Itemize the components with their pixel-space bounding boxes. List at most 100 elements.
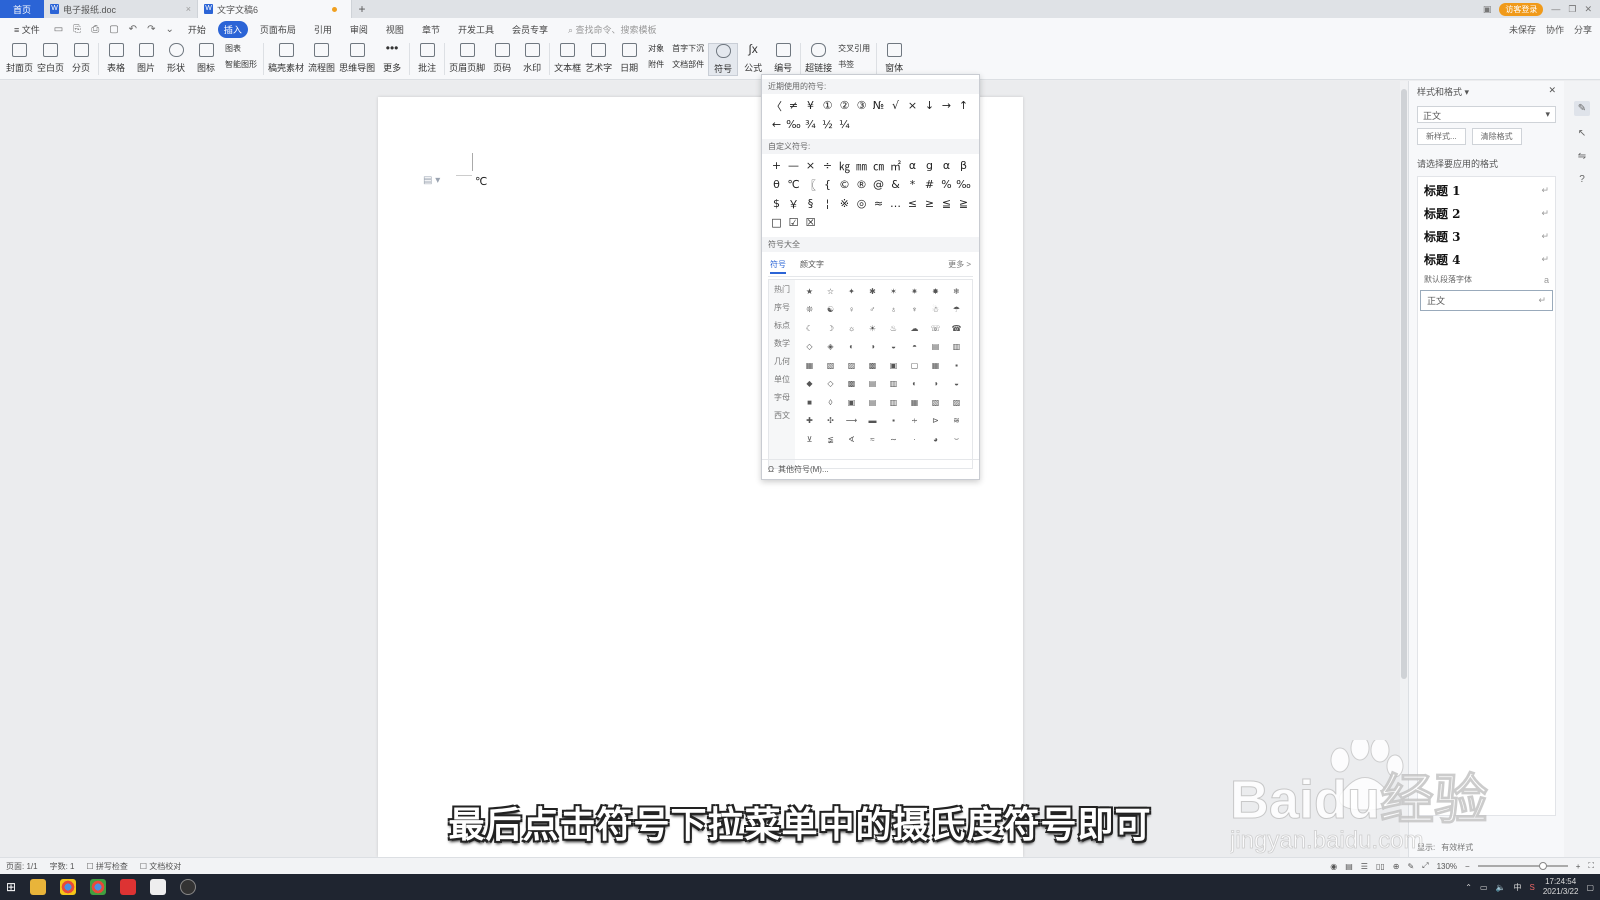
symbol-category[interactable]: 序号 [774, 302, 790, 313]
style-heading-4[interactable]: 标题 4 ↵ [1418, 248, 1555, 271]
current-style-select[interactable]: 正文 ▾ [1417, 106, 1556, 123]
custom-symbol[interactable]: ◎ [853, 195, 870, 212]
web-view-icon[interactable]: ⊕ [1393, 862, 1400, 871]
symbol-category[interactable]: 热门 [774, 284, 790, 295]
symbol-cell[interactable]: ✦ [841, 282, 862, 301]
date-button[interactable]: 日期 [614, 43, 644, 74]
unsaved-status[interactable]: 未保存 [1509, 23, 1536, 36]
preview-icon[interactable]: ▢ [107, 24, 120, 35]
tab-member[interactable]: 会员专享 [506, 21, 554, 38]
more-button[interactable]: ••• 更多 [377, 42, 407, 74]
network-icon[interactable]: ▭ [1480, 883, 1488, 892]
tab-file-doc6[interactable]: W 文字文稿6 [198, 0, 352, 18]
custom-symbol[interactable]: ® [853, 176, 870, 193]
custom-symbol[interactable]: $ [768, 195, 785, 212]
symbol-cell[interactable]: ▬ [862, 412, 883, 431]
proofread-button[interactable]: ☐ 文档校对 [140, 861, 181, 872]
write-view-icon[interactable]: ✎ [1407, 862, 1414, 871]
symbol-cell[interactable]: ▪ [883, 412, 904, 431]
symbol-cell[interactable]: ♆ [904, 301, 925, 320]
symbol-cell[interactable]: ▨ [841, 356, 862, 375]
capture-icon[interactable] [180, 879, 197, 895]
select-cursor-icon[interactable]: ↖ [1578, 128, 1586, 139]
numbering-button[interactable]: 编号 [768, 43, 798, 74]
zoom-slider[interactable] [1477, 862, 1568, 870]
custom-symbol[interactable]: α [938, 157, 955, 174]
symbol-cell[interactable]: ☏ [925, 319, 946, 338]
recent-symbol[interactable]: ① [819, 97, 836, 114]
symbol-cell[interactable]: ▥ [946, 338, 967, 357]
drop-cap-button[interactable]: 首字下沉 [672, 43, 704, 54]
custom-symbol[interactable]: ≧ [955, 195, 972, 212]
symbol-cell[interactable]: ▦ [904, 393, 925, 412]
symbol-cell[interactable]: ▤ [925, 338, 946, 357]
read-view-icon[interactable]: ▯▯ [1376, 862, 1385, 871]
symbol-cell[interactable]: ✚ [799, 412, 820, 431]
attachment-button[interactable]: 附件 [648, 59, 664, 70]
custom-symbol[interactable]: ￥ [785, 195, 802, 212]
custom-symbol[interactable]: * [904, 176, 921, 193]
symbol-cell[interactable]: ◇ [820, 375, 841, 394]
symbol-cell[interactable]: ♁ [883, 301, 904, 320]
tab-symbols[interactable]: 符号 [770, 259, 786, 274]
symbol-cell[interactable]: ☃ [925, 301, 946, 320]
window-icon[interactable]: ▣ [1483, 4, 1492, 15]
symbol-cell[interactable]: · [904, 430, 925, 449]
symbol-cell[interactable]: ◐ [841, 338, 862, 357]
tab-start[interactable]: 开始 [182, 21, 212, 38]
custom-symbol[interactable]: × [802, 157, 819, 174]
chrome-alt-icon[interactable] [90, 879, 107, 895]
home-tab[interactable]: 首页 [0, 0, 44, 18]
word-count[interactable]: 字数: 1 [50, 861, 75, 872]
styles-panel-title[interactable]: 样式和格式 ▾ [1417, 85, 1469, 98]
custom-symbol[interactable]: ≦ [938, 195, 955, 212]
shape-button[interactable]: 形状 [161, 43, 191, 74]
watermark-button[interactable]: 水印 [517, 43, 547, 74]
symbol-category[interactable]: 字母 [774, 392, 790, 403]
custom-symbol[interactable]: ℃ [785, 176, 802, 193]
zoom-out-icon[interactable]: − [1465, 862, 1470, 871]
custom-symbol[interactable]: ≈ [870, 195, 887, 212]
export-icon[interactable]: ⎘ [71, 24, 83, 35]
symbol-category[interactable]: 几何 [774, 356, 790, 367]
tray-arrow-icon[interactable]: ⌃ [1465, 883, 1472, 892]
share-button[interactable]: 分享 [1574, 23, 1592, 36]
symbol-cell[interactable]: ◈ [820, 338, 841, 357]
custom-symbol[interactable]: ㎜ [853, 157, 870, 174]
tab-page-layout[interactable]: 页面布局 [254, 21, 302, 38]
symbol-cell[interactable]: ♀ [841, 301, 862, 320]
close-icon[interactable]: × [186, 4, 191, 14]
eye-icon[interactable]: ◉ [1330, 862, 1337, 871]
symbol-cell[interactable]: ◑ [862, 338, 883, 357]
symbol-cell[interactable]: ▪ [946, 356, 967, 375]
save-icon[interactable]: ▭ [52, 24, 65, 35]
symbol-cell[interactable]: ◇ [799, 338, 820, 357]
custom-symbol[interactable]: ☑ [785, 214, 802, 231]
document-area[interactable]: ▤ ▾ ℃ [0, 81, 1400, 857]
tab-developer[interactable]: 开发工具 [452, 21, 500, 38]
symbol-cell[interactable]: ☂ [946, 301, 967, 320]
symbol-cell[interactable]: ≈ [862, 430, 883, 449]
symbol-cell[interactable]: ☆ [820, 282, 841, 301]
recent-symbol[interactable]: ↓ [921, 97, 938, 114]
cover-page-button[interactable]: 封面页 [4, 43, 35, 74]
bookmark-button[interactable]: 书签 [838, 59, 870, 70]
custom-symbol[interactable]: ¦ [819, 195, 836, 212]
symbol-cell[interactable]: ♂ [862, 301, 883, 320]
recent-symbol[interactable]: ≠ [785, 97, 802, 114]
command-search[interactable]: ⌕ 查找命令、搜索模板 [568, 23, 657, 36]
windows-start-icon[interactable]: ⊞ [6, 880, 16, 894]
symbol-cell[interactable]: ▥ [883, 375, 904, 394]
symbol-cell[interactable]: ★ [799, 282, 820, 301]
symbol-cell[interactable]: ✣ [820, 412, 841, 431]
clear-format-button[interactable]: 清除格式 [1471, 128, 1522, 145]
symbol-cell[interactable]: ▩ [862, 356, 883, 375]
blank-page-button[interactable]: 空白页 [35, 43, 66, 74]
symbol-cell[interactable]: ∢ [841, 430, 862, 449]
tab-emoticons[interactable]: 颜文字 [800, 259, 824, 274]
panel-close-icon[interactable]: ✕ [1548, 85, 1556, 98]
symbol-cell[interactable]: ■ [799, 393, 820, 412]
symbol-cell[interactable]: ⌣ [946, 430, 967, 449]
formula-button[interactable]: ∫x 公式 [738, 43, 768, 74]
file-explorer-icon[interactable] [30, 879, 47, 895]
